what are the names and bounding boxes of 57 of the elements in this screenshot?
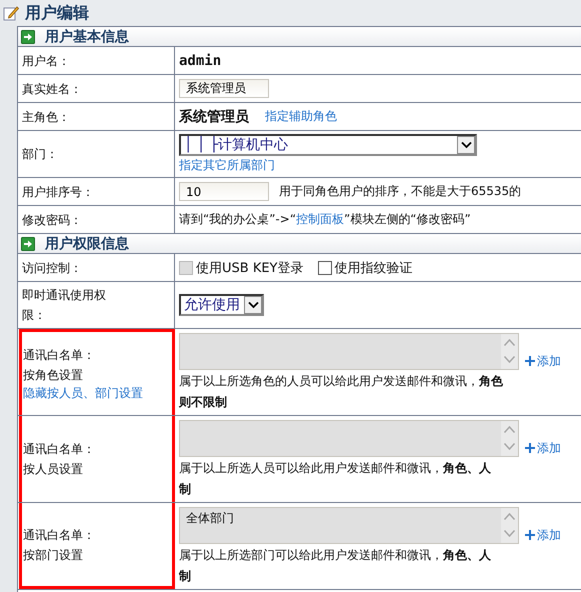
section-title: 用户基本信息: [45, 28, 129, 46]
dropdown-icon: [460, 141, 472, 149]
field-label: 按角色设置: [23, 367, 83, 384]
scroll-down-icon[interactable]: [503, 529, 516, 538]
field-label: 真实姓名：: [22, 80, 82, 98]
field-label: 按部门设置: [23, 546, 83, 564]
input-field[interactable]: 系统管理员: [179, 79, 269, 98]
scroll-up-icon[interactable]: [503, 424, 516, 434]
hide-settings-link[interactable]: 隐藏按人员、部门设置: [23, 385, 143, 402]
field-label: 部门：: [22, 146, 58, 163]
page-title: 用户编辑: [25, 2, 89, 24]
control-panel-link[interactable]: 控制面板: [296, 212, 344, 226]
assign-department-link[interactable]: 指定其它所属部门: [179, 157, 275, 174]
hint-text: 用于同角色用户的排序，不能是大于65535的: [279, 183, 522, 200]
plus-icon[interactable]: [525, 443, 535, 453]
field-label: 访问控制：: [22, 260, 82, 276]
checkbox-label: 使用USB KEY登录: [196, 260, 304, 276]
scroll-down-icon[interactable]: [503, 355, 516, 364]
password-instruction: 请到“我的办公桌”->“控制面板”模块左侧的“修改密码”: [179, 211, 471, 228]
scroll-up-icon[interactable]: [503, 512, 516, 521]
whitelist-note: 属于以上所选人员可以给此用户发送邮件和微讯，角色、人: [179, 460, 491, 476]
checkbox-label: 使用指纹验证: [334, 260, 412, 276]
assign-role-link[interactable]: 指定辅助角色: [265, 108, 337, 125]
plus-icon[interactable]: [525, 530, 535, 540]
username-value: admin: [179, 52, 222, 68]
scroll-down-icon[interactable]: [503, 442, 516, 452]
whitelist-note: 制: [179, 480, 191, 498]
field-label: 用户排序号：: [22, 184, 94, 200]
field-label: 通讯白名单：: [23, 526, 95, 544]
field-label: 用户名：: [22, 52, 70, 70]
add-link[interactable]: 添加: [537, 352, 561, 370]
role-value: 系统管理员: [179, 108, 249, 126]
list-box[interactable]: 全体部门: [179, 506, 519, 544]
field-label: 即时通讯使用权限：: [22, 287, 107, 324]
whitelist-note: 制: [179, 568, 191, 584]
whitelist-note: 则不限制: [179, 394, 227, 410]
field-label: 按人员设置: [23, 461, 83, 478]
dropdown-icon: [248, 301, 258, 309]
list-item[interactable]: 全体部门: [186, 510, 234, 526]
pencil-icon: [3, 5, 19, 21]
list-box[interactable]: [179, 420, 519, 456]
input-field[interactable]: 10: [179, 182, 269, 201]
add-link[interactable]: 添加: [537, 526, 561, 544]
permission-select[interactable]: 允许使用: [179, 294, 264, 316]
plus-icon[interactable]: [525, 356, 535, 366]
section-title: 用户权限信息: [45, 234, 129, 252]
checkbox[interactable]: [318, 260, 332, 274]
field-label: 主角色：: [22, 108, 70, 126]
field-label: 通讯白名单：: [23, 347, 95, 364]
whitelist-note: 属于以上所选部门可以给此用户发送邮件和微讯，角色、人: [179, 546, 491, 564]
whitelist-note: 属于以上所选角色的人员可以给此用户发送邮件和微讯，角色: [179, 372, 503, 390]
field-label: 修改密码：: [22, 212, 82, 228]
add-link[interactable]: 添加: [537, 440, 561, 456]
list-box[interactable]: [179, 332, 519, 370]
department-select[interactable]: │ │ ├计算机中心: [179, 134, 477, 156]
field-label: 通讯白名单：: [23, 441, 95, 458]
scroll-up-icon[interactable]: [503, 338, 516, 347]
